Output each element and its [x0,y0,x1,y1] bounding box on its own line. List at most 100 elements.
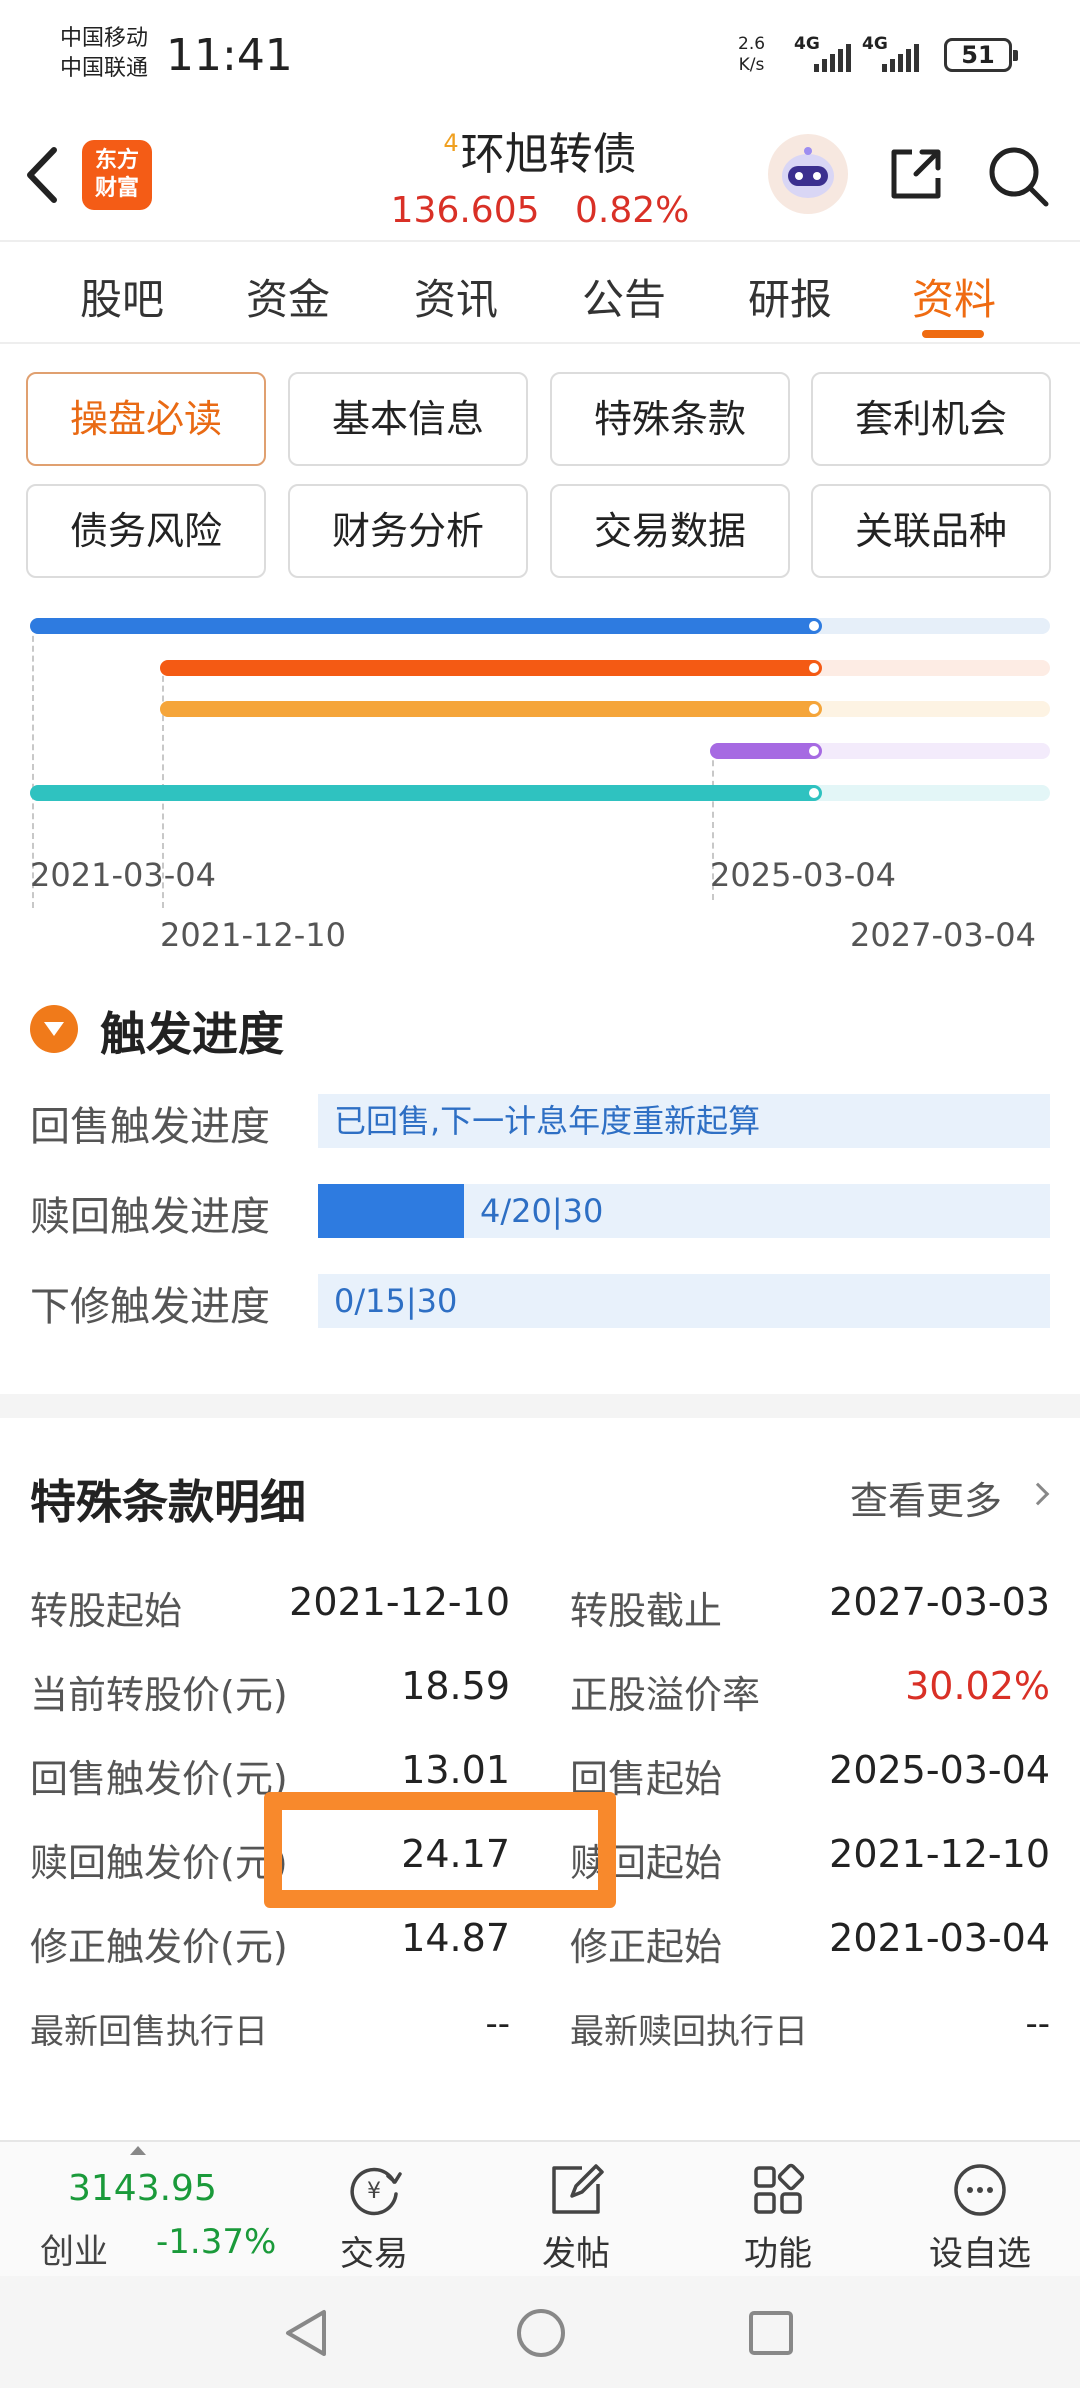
clause-value: 2021-12-10 [289,1580,510,1624]
date-convert-start: 2021-12-10 [160,916,346,954]
share-button[interactable] [886,144,946,204]
btn-financial-analysis[interactable]: 财务分析 [288,484,528,578]
timeline-dot-1 [806,618,822,634]
app-logo[interactable]: 东方 财富 [82,140,152,210]
status-bar: 中国移动 中国联通 11:41 2.6 K/s 4G 4G 51 [0,0,1080,100]
btn-must-read[interactable]: 操盘必读 [26,372,266,466]
revise-trigger-text: 0/15|30 [334,1282,458,1320]
clause-key: 回售触发价(元) [30,1757,288,1801]
clause-value: 2027-03-03 [829,1580,1050,1624]
tab-guba[interactable]: 股吧 [52,266,192,327]
robot-icon [782,147,834,198]
date-start: 2021-03-04 [30,856,216,894]
index-change[interactable]: -1.37% [156,2222,276,2262]
trade-button[interactable]: ¥ 交易 [304,2160,444,2275]
date-putback-start: 2025-03-04 [710,856,896,894]
net-speed-value: 2.6 [738,34,766,54]
search-button[interactable] [986,144,1050,208]
putback-trigger-bar: 已回售,下一计息年度重新起算 [318,1094,1050,1148]
carrier-info: 中国移动 中国联通 [60,24,148,84]
clause-key: 最新回售执行日 [30,2012,268,2052]
clause-value: 18.59 [401,1664,510,1708]
add-watchlist-label: 设自选 [929,2234,1031,2274]
post-button[interactable]: 发帖 [506,2160,646,2275]
signal-icon-sim1: 4G [794,34,858,74]
carrier-2: 中国联通 [60,56,149,81]
yen-refresh-icon: ¥ [344,2160,404,2220]
timeline-bar-term [30,618,820,634]
bottom-toolbar: 3143.95 创业 -1.37% ¥ 交易 发帖 功能 设自选 [0,2140,1080,2276]
revise-trigger-label: 下修触发进度 [30,1284,270,1330]
security-title: 4环旭转债 136.605 0.82% [300,118,780,231]
tab-funds[interactable]: 资金 [218,266,358,327]
nav-back-icon[interactable] [280,2306,334,2360]
clause-value: -- [485,2004,510,2044]
tab-bar: 股吧 资金 资讯 公告 研报 资料 [0,244,1080,344]
timeline-bar-putback [710,743,820,759]
clock: 11:41 [166,30,293,81]
add-watchlist-button[interactable]: 设自选 [910,2160,1050,2275]
functions-label: 功能 [744,2234,812,2274]
putback-trigger-text: 已回售,下一计息年度重新起算 [334,1102,761,1140]
more-dots-icon [950,2160,1010,2220]
redeem-trigger-label: 赎回触发进度 [30,1194,270,1240]
active-tab-indicator [922,330,984,338]
nav-home-icon[interactable] [514,2306,568,2360]
chevron-right-icon[interactable] [1026,1482,1050,1506]
tab-news[interactable]: 资讯 [386,266,526,327]
app-header: 东方 财富 4环旭转债 136.605 0.82% [0,100,1080,242]
btn-trade-data[interactable]: 交易数据 [550,484,790,578]
index-name[interactable]: 创业 [40,2224,108,2273]
caret-up-icon[interactable] [130,2146,146,2155]
functions-button[interactable]: 功能 [708,2160,848,2275]
putback-trigger-label: 回售触发进度 [30,1104,270,1150]
share-icon [891,149,941,199]
redeem-trigger-text: 4/20|30 [480,1192,604,1230]
grid-apps-icon [748,2160,808,2220]
redeem-trigger-bar: 4/20|30 [318,1184,1050,1238]
clause-key: 转股截止 [570,1589,723,1633]
nav-recents-icon[interactable] [744,2306,798,2360]
index-value[interactable]: 3143.95 [68,2168,217,2209]
timeline-dot-5 [806,785,822,801]
clause-key: 当前转股价(元) [30,1673,288,1717]
assistant-robot-icon[interactable] [768,134,848,214]
tab-research[interactable]: 研报 [720,266,860,327]
clause-key: 正股溢价率 [570,1673,761,1717]
back-button[interactable] [20,140,70,210]
tab-announcements[interactable]: 公告 [554,266,694,327]
carrier-1: 中国移动 [60,26,149,51]
signal-icon-sim2: 4G [862,34,926,74]
clause-key: 赎回触发价(元) [30,1841,288,1885]
clause-key: 修正起始 [570,1925,723,1969]
btn-basic-info[interactable]: 基本信息 [288,372,528,466]
bond-timeline: 2021-03-04 2025-03-04 2021-12-10 2027-03… [0,600,1080,970]
view-more-link[interactable]: 查看更多 [850,1470,1002,1525]
clause-value: 2021-12-10 [829,1832,1050,1876]
clause-value: -- [1025,2004,1050,2044]
redeem-trigger-fill [318,1184,465,1238]
clause-value: 14.87 [401,1916,510,1960]
tab-profile[interactable]: 资料 [884,266,1024,327]
trigger-progress-title: 触发进度 [100,1007,284,1061]
chevron-left-icon [27,147,57,203]
clause-key: 最新赎回执行日 [570,2012,808,2052]
network-speed: 2.6 K/s [738,34,765,76]
btn-debt-risk[interactable]: 债务风险 [26,484,266,578]
timeline-bar-redeem [160,701,820,717]
clause-value: 2021-03-04 [829,1916,1050,1960]
svg-text:¥: ¥ [367,2179,381,2204]
last-price: 136.605 [390,190,540,231]
net-speed-unit: K/s [738,55,765,75]
title-badge: 4 [443,129,459,157]
battery-icon: 51 [944,38,1018,72]
edit-post-icon [546,2160,606,2220]
timeline-dot-3 [806,701,822,717]
btn-related[interactable]: 关联品种 [811,484,1051,578]
clause-value: 2025-03-04 [829,1748,1050,1792]
price-change-pct: 0.82% [574,190,690,231]
timeline-bar-convert [160,660,820,676]
btn-special-clauses[interactable]: 特殊条款 [550,372,790,466]
btn-arbitrage[interactable]: 套利机会 [811,372,1051,466]
clause-value-premium: 30.02% [905,1664,1050,1708]
